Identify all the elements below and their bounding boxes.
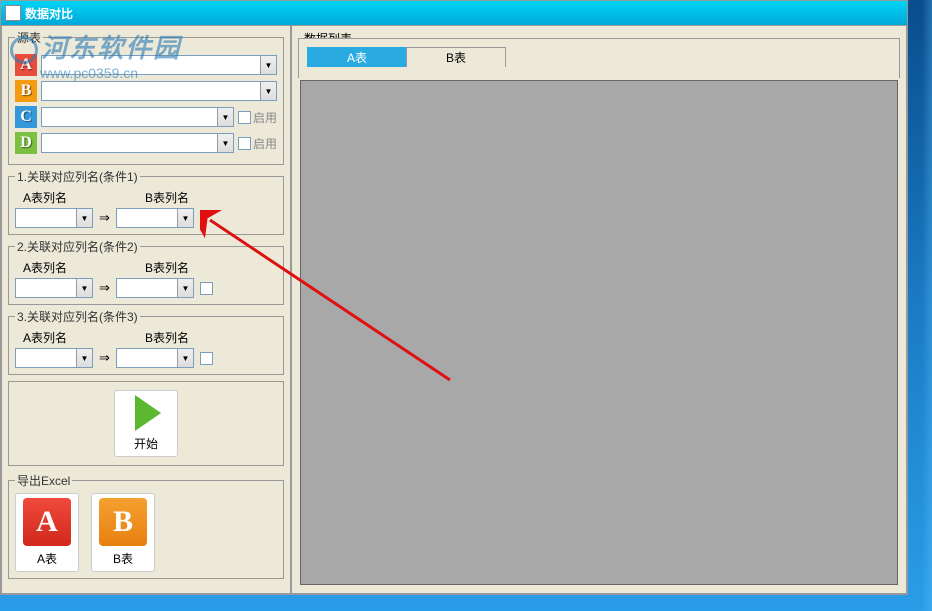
- app-window: 数据对比 源表 A ▼ B ▼ C ▼ 启: [0, 0, 908, 595]
- export-a-button[interactable]: A A表: [15, 493, 79, 572]
- link1-b-select[interactable]: ▼: [116, 208, 194, 228]
- link3-col-b-label: B表列名: [145, 329, 189, 346]
- table-d-select[interactable]: ▼: [41, 133, 234, 153]
- export-excel-group: 导出Excel A A表 B B表: [8, 472, 284, 579]
- table-c-select[interactable]: ▼: [41, 107, 234, 127]
- dropdown-icon[interactable]: ▼: [76, 349, 92, 367]
- letter-d-icon: D: [15, 132, 37, 154]
- link3-legend: 3.关联对应列名(条件3): [15, 308, 140, 325]
- export-legend: 导出Excel: [15, 472, 72, 489]
- export-a-label: A表: [20, 550, 74, 567]
- dropdown-icon[interactable]: ▼: [217, 108, 233, 126]
- link2-b-select[interactable]: ▼: [116, 278, 194, 298]
- link-condition-2: 2.关联对应列名(条件2) A表列名 B表列名 ▼ ⇒ ▼: [8, 238, 284, 305]
- dropdown-icon[interactable]: ▼: [177, 279, 193, 297]
- start-button[interactable]: 开始: [114, 390, 178, 457]
- arrow-icon: ⇒: [99, 280, 110, 296]
- link2-legend: 2.关联对应列名(条件2): [15, 238, 140, 255]
- dropdown-icon[interactable]: ▼: [177, 209, 193, 227]
- table-a-select[interactable]: ▼: [41, 55, 277, 75]
- enable-d-checkbox[interactable]: [238, 137, 251, 150]
- enable-d-label: 启用: [253, 135, 277, 152]
- dropdown-icon[interactable]: ▼: [217, 134, 233, 152]
- letter-c-icon: C: [15, 106, 37, 128]
- desktop-edge: [922, 0, 932, 611]
- dropdown-icon[interactable]: ▼: [260, 82, 276, 100]
- link2-col-b-label: B表列名: [145, 259, 189, 276]
- dropdown-icon[interactable]: ▼: [177, 349, 193, 367]
- title-bar: 数据对比: [1, 1, 907, 25]
- export-b-label: B表: [96, 550, 150, 567]
- arrow-icon: ⇒: [99, 210, 110, 226]
- data-list-group: A表 B表: [298, 38, 900, 78]
- link1-col-b-label: B表列名: [145, 189, 189, 206]
- export-b-button[interactable]: B B表: [91, 493, 155, 572]
- play-icon: [135, 395, 161, 431]
- table-b-select[interactable]: ▼: [41, 81, 277, 101]
- link3-col-a-label: A表列名: [23, 329, 67, 346]
- enable-c-checkbox[interactable]: [238, 111, 251, 124]
- link2-enable-checkbox[interactable]: [200, 282, 213, 295]
- letter-b-icon: B: [15, 80, 37, 102]
- big-a-icon: A: [23, 498, 71, 546]
- window-title: 数据对比: [25, 5, 73, 22]
- link3-b-select[interactable]: ▼: [116, 348, 194, 368]
- link1-a-select[interactable]: ▼: [15, 208, 93, 228]
- link2-col-a-label: A表列名: [23, 259, 67, 276]
- link-condition-1: 1.关联对应列名(条件1) A表列名 B表列名 ▼ ⇒ ▼: [8, 168, 284, 235]
- link3-enable-checkbox[interactable]: [200, 352, 213, 365]
- start-label: 开始: [119, 435, 173, 452]
- link-condition-3: 3.关联对应列名(条件3) A表列名 B表列名 ▼ ⇒ ▼: [8, 308, 284, 375]
- big-b-icon: B: [99, 498, 147, 546]
- link3-a-select[interactable]: ▼: [15, 348, 93, 368]
- dropdown-icon[interactable]: ▼: [260, 56, 276, 74]
- right-panel: 数据列表 A表 B表: [291, 25, 907, 594]
- source-table-group: 源表 A ▼ B ▼ C ▼ 启用 D: [8, 29, 284, 165]
- arrow-icon: ⇒: [99, 350, 110, 366]
- link1-col-a-label: A表列名: [23, 189, 67, 206]
- dropdown-icon[interactable]: ▼: [76, 209, 92, 227]
- tab-a[interactable]: A表: [307, 47, 407, 67]
- tab-b[interactable]: B表: [406, 47, 506, 67]
- letter-a-icon: A: [15, 54, 37, 76]
- source-table-legend: 源表: [15, 29, 43, 46]
- enable-c-label: 启用: [253, 109, 277, 126]
- link1-legend: 1.关联对应列名(条件1): [15, 168, 140, 185]
- data-grid[interactable]: [300, 80, 898, 585]
- left-panel: 源表 A ▼ B ▼ C ▼ 启用 D: [1, 25, 291, 594]
- start-box: 开始: [8, 381, 284, 466]
- app-icon: [5, 5, 21, 21]
- dropdown-icon[interactable]: ▼: [76, 279, 92, 297]
- link2-a-select[interactable]: ▼: [15, 278, 93, 298]
